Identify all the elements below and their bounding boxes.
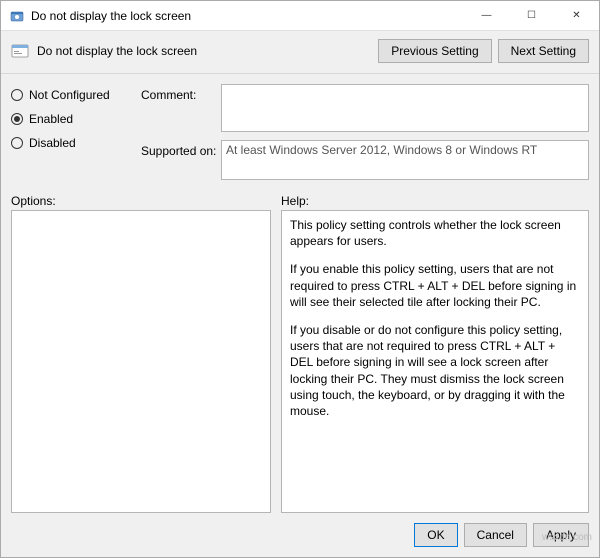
ok-button[interactable]: OK xyxy=(414,523,457,547)
maximize-button[interactable]: ☐ xyxy=(509,1,554,31)
radio-not-configured[interactable]: Not Configured xyxy=(11,88,141,102)
state-radio-group: Not Configured Enabled Disabled xyxy=(11,84,141,180)
previous-setting-button[interactable]: Previous Setting xyxy=(378,39,491,63)
panels: This policy setting controls whether the… xyxy=(11,210,589,513)
comment-label: Comment: xyxy=(141,84,221,132)
policy-icon xyxy=(11,42,29,60)
radio-icon xyxy=(11,89,23,101)
footer-buttons: OK Cancel Apply xyxy=(1,513,599,557)
help-paragraph: If you enable this policy setting, users… xyxy=(290,261,580,310)
supported-on-label: Supported on: xyxy=(141,140,221,180)
radio-label: Disabled xyxy=(29,136,76,150)
titlebar: Do not display the lock screen — ☐ ✕ xyxy=(1,1,599,31)
radio-enabled[interactable]: Enabled xyxy=(11,112,141,126)
close-button[interactable]: ✕ xyxy=(554,1,599,31)
minimize-button[interactable]: — xyxy=(464,1,509,31)
nav-buttons: Previous Setting Next Setting xyxy=(378,39,589,63)
options-panel[interactable] xyxy=(11,210,271,513)
apply-button[interactable]: Apply xyxy=(533,523,589,547)
policy-title: Do not display the lock screen xyxy=(37,44,378,58)
window-title: Do not display the lock screen xyxy=(31,9,464,23)
help-paragraph: If you disable or do not configure this … xyxy=(290,322,580,419)
content-area: Do not display the lock screen Previous … xyxy=(1,31,599,557)
config-section: Not Configured Enabled Disabled Comment:… xyxy=(1,74,599,180)
panel-labels: Options: Help: xyxy=(11,194,589,208)
help-paragraph: This policy setting controls whether the… xyxy=(290,217,580,249)
app-icon xyxy=(9,8,25,24)
next-setting-button[interactable]: Next Setting xyxy=(498,39,589,63)
radio-icon xyxy=(11,137,23,149)
cancel-button[interactable]: Cancel xyxy=(464,523,527,547)
comment-textarea[interactable] xyxy=(221,84,589,132)
supported-on-text: At least Windows Server 2012, Windows 8 … xyxy=(226,143,537,157)
supported-on-box: At least Windows Server 2012, Windows 8 … xyxy=(221,140,589,180)
radio-label: Enabled xyxy=(29,112,73,126)
header-row: Do not display the lock screen Previous … xyxy=(1,31,599,63)
radio-disabled[interactable]: Disabled xyxy=(11,136,141,150)
options-label: Options: xyxy=(11,194,281,208)
help-panel[interactable]: This policy setting controls whether the… xyxy=(281,210,589,513)
help-label: Help: xyxy=(281,194,589,208)
radio-icon xyxy=(11,113,23,125)
radio-label: Not Configured xyxy=(29,88,110,102)
